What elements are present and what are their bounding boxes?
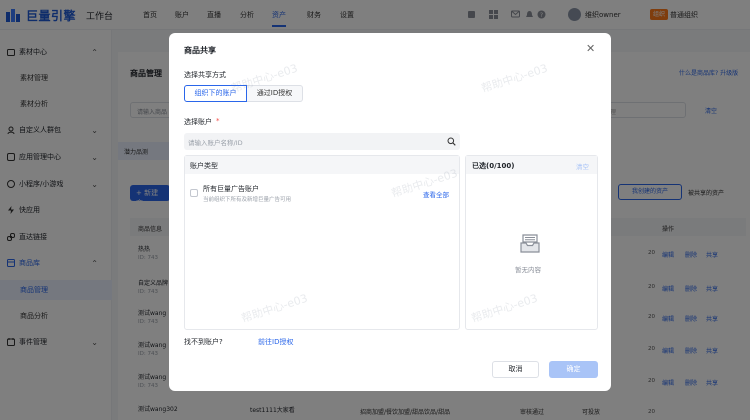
all-accounts-checkbox[interactable] <box>190 189 198 197</box>
cancel-button[interactable]: 取消 <box>492 361 539 378</box>
dialog-title: 商品共享 <box>184 46 216 55</box>
account-search-placeholder: 请输入账户名称/ID <box>188 139 243 147</box>
required-mark: * <box>216 117 220 125</box>
account-type-panel-header <box>185 156 459 174</box>
all-accounts-label[interactable]: 所有巨量广告账户 <box>203 184 259 194</box>
account-type-header-label: 账户类型 <box>190 162 218 170</box>
all-accounts-description: 当前组织下所有及新增巨量广告可用 <box>203 197 292 203</box>
close-icon[interactable]: ✕ <box>586 43 596 54</box>
clear-selected-button[interactable]: 清空 <box>576 161 589 171</box>
share-method-label: 选择共享方式 <box>184 71 226 79</box>
search-icon[interactable] <box>447 137 456 146</box>
empty-state-text: 暂无内容 <box>515 266 541 274</box>
account-select-label: 选择账户 <box>184 118 212 126</box>
empty-inbox-icon <box>520 234 540 253</box>
account-not-found-text: 找不到账户? <box>184 338 223 346</box>
go-id-auth-link[interactable]: 前往ID授权 <box>258 337 293 347</box>
selected-count: 已选(0/100) <box>472 162 515 170</box>
confirm-button[interactable]: 确定 <box>549 361 598 378</box>
